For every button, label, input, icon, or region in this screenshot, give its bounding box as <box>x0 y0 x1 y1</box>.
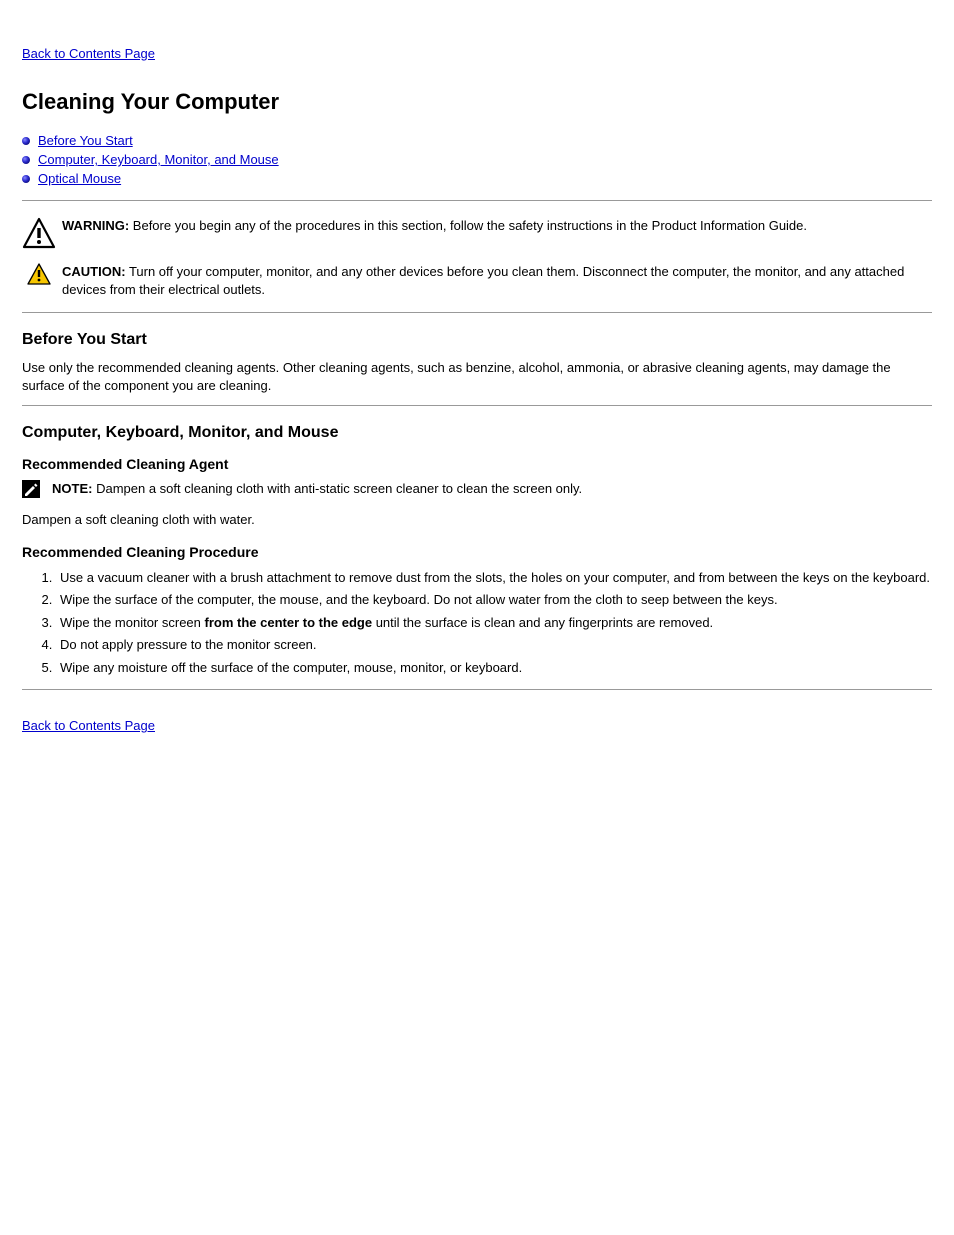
caution-icon <box>22 263 56 285</box>
step-4: Do not apply pressure to the monitor scr… <box>56 635 932 655</box>
nav-link-optical-mouse[interactable]: Optical Mouse <box>38 171 121 186</box>
note-lead: NOTE: <box>52 481 92 496</box>
divider <box>22 405 932 406</box>
bullet-icon <box>22 156 30 164</box>
subheading-cleaning-procedure: Recommended Cleaning Procedure <box>22 544 932 560</box>
warning-text: WARNING: Before you begin any of the pro… <box>62 217 807 235</box>
heading-computer-keyboard: Computer, Keyboard, Monitor, and Mouse <box>22 424 932 442</box>
nav-link-computer-keyboard[interactable]: Computer, Keyboard, Monitor, and Mouse <box>38 152 279 167</box>
bullet-icon <box>22 137 30 145</box>
cleaning-agent-body: Dampen a soft cleaning cloth with water. <box>22 511 932 529</box>
divider <box>22 689 932 690</box>
nav-item-optical-mouse[interactable]: Optical Mouse <box>22 171 932 186</box>
caution-callout: CAUTION: Turn off your computer, monitor… <box>22 263 932 298</box>
warning-icon <box>22 217 56 249</box>
procedure-steps: Use a vacuum cleaner with a brush attach… <box>22 568 932 678</box>
step-1: Use a vacuum cleaner with a brush attach… <box>56 568 932 588</box>
divider <box>22 200 932 201</box>
note-callout: NOTE: Dampen a soft cleaning cloth with … <box>22 480 932 501</box>
nav-item-computer-keyboard[interactable]: Computer, Keyboard, Monitor, and Mouse <box>22 152 932 167</box>
nav-link-before-you-start[interactable]: Before You Start <box>38 133 133 148</box>
note-body: Dampen a soft cleaning cloth with anti-s… <box>96 481 582 496</box>
in-page-nav: Before You Start Computer, Keyboard, Mon… <box>22 133 932 186</box>
back-to-contents-link-bottom[interactable]: Back to Contents Page <box>22 718 155 733</box>
subheading-cleaning-agent: Recommended Cleaning Agent <box>22 456 932 472</box>
warning-body: Before you begin any of the procedures i… <box>133 218 807 233</box>
back-to-contents-link-top[interactable]: Back to Contents Page <box>22 46 155 61</box>
step-5: Wipe any moisture off the surface of the… <box>56 658 932 678</box>
divider <box>22 312 932 313</box>
step-3: Wipe the monitor screen from the center … <box>56 613 932 633</box>
step-2: Wipe the surface of the computer, the mo… <box>56 590 932 610</box>
note-text: NOTE: Dampen a soft cleaning cloth with … <box>52 480 582 498</box>
bullet-icon <box>22 175 30 183</box>
nav-item-before-you-start[interactable]: Before You Start <box>22 133 932 148</box>
page-title: Cleaning Your Computer <box>22 89 932 115</box>
note-icon <box>22 480 48 501</box>
before-you-start-body: Use only the recommended cleaning agents… <box>22 359 932 395</box>
heading-before-you-start: Before You Start <box>22 331 932 349</box>
caution-body: Turn off your computer, monitor, and any… <box>62 264 904 297</box>
caution-lead: CAUTION: <box>62 264 126 279</box>
caution-text: CAUTION: Turn off your computer, monitor… <box>62 263 932 298</box>
warning-callout: WARNING: Before you begin any of the pro… <box>22 217 932 249</box>
warning-lead: WARNING: <box>62 218 129 233</box>
